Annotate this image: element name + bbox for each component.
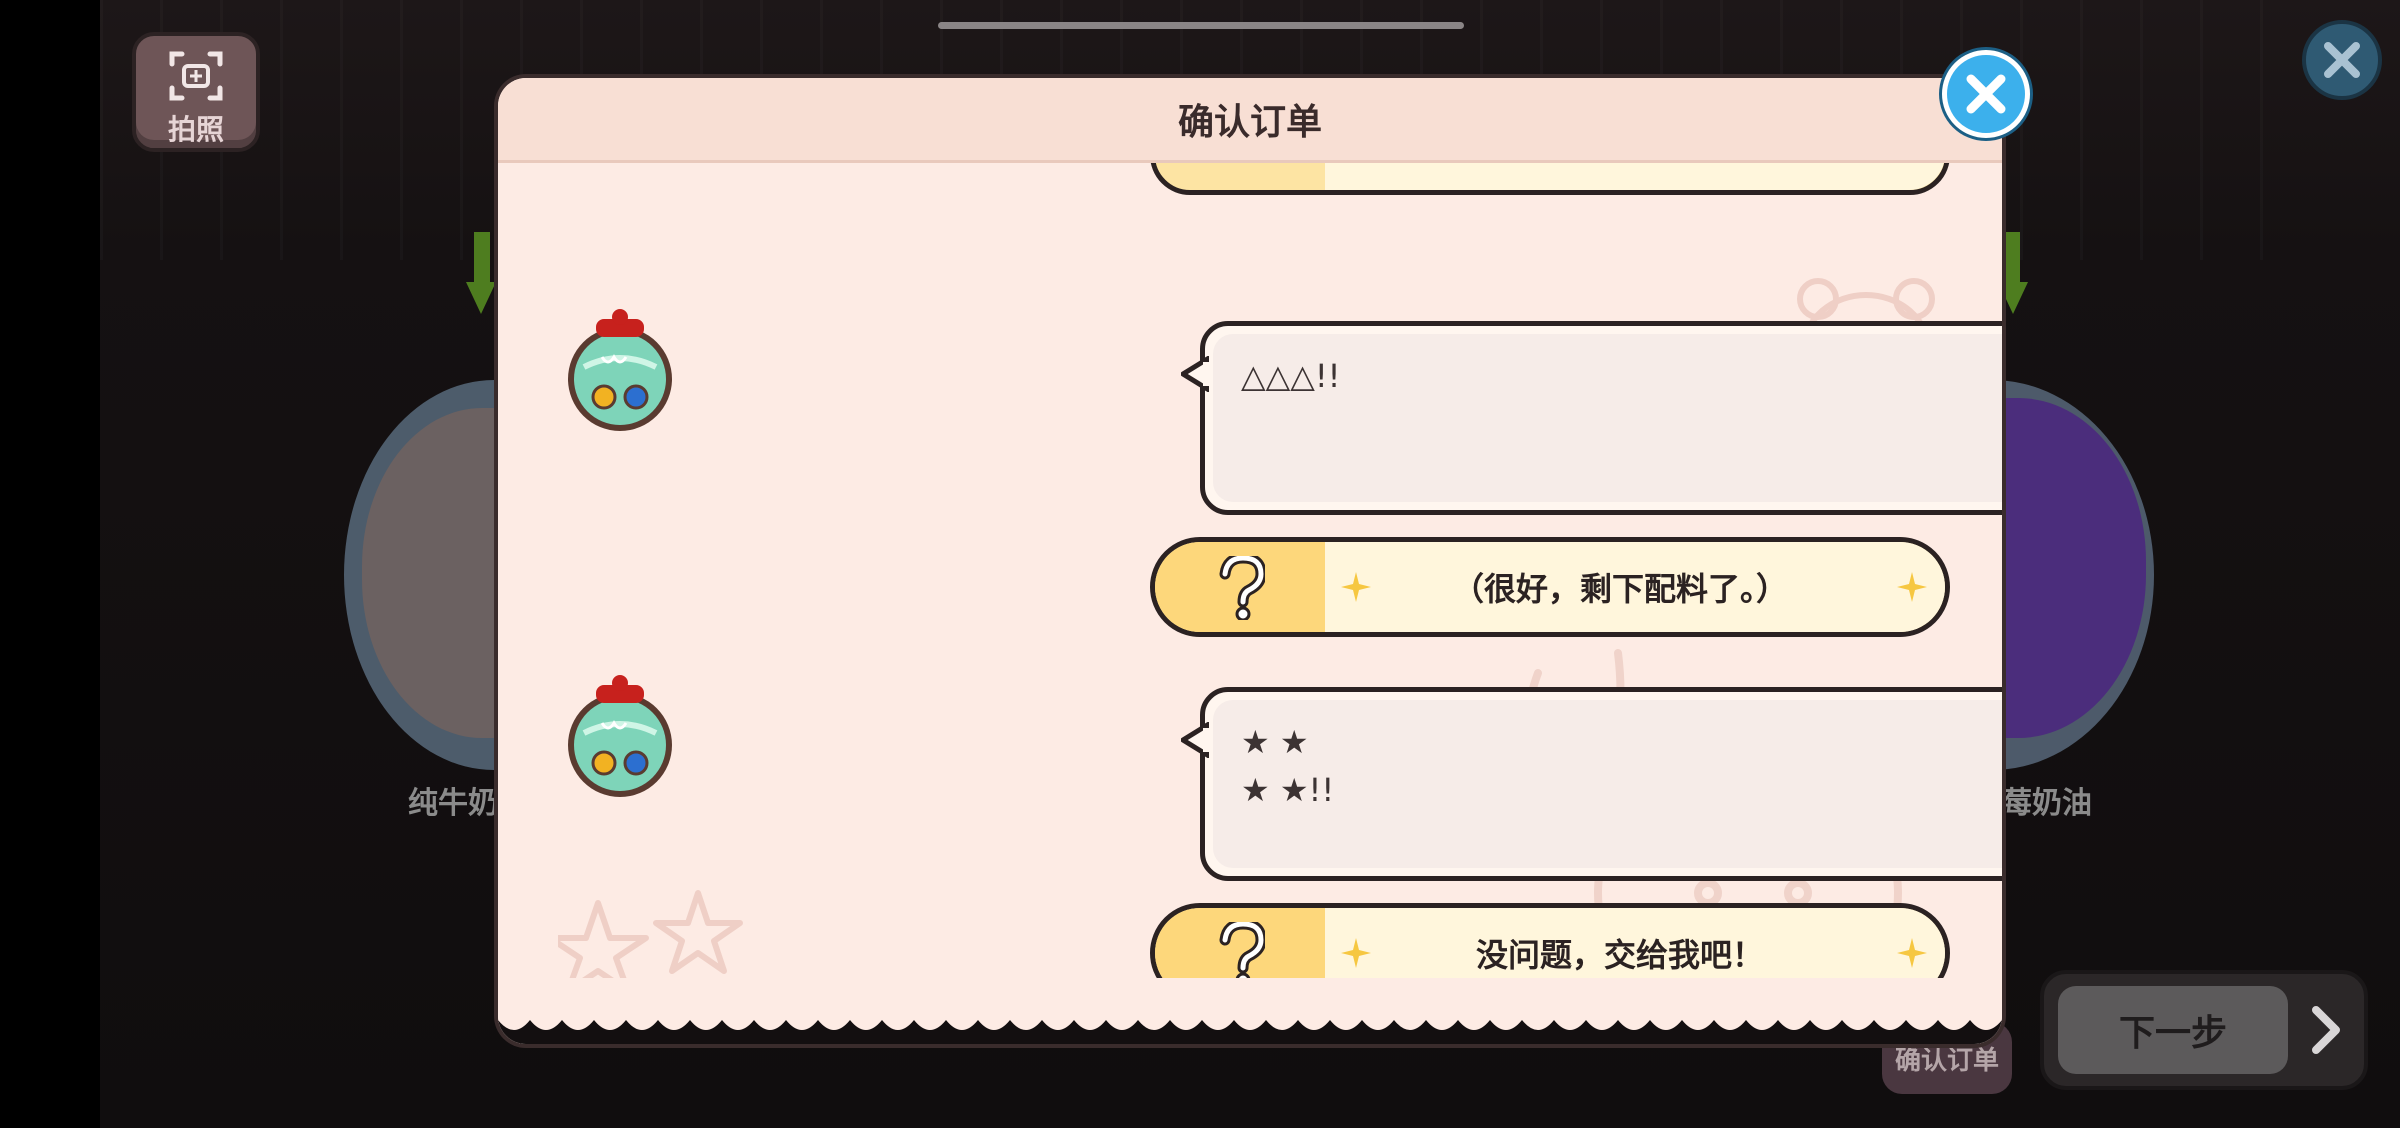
customer-speech-bubble: ★ ★ ★ ★!! (1181, 687, 2002, 881)
bubble-tail (1181, 722, 1209, 758)
customer-message-1: △△△!! (1241, 357, 1341, 395)
close-icon (1966, 74, 2006, 114)
photo-button-label: 拍照 (167, 113, 224, 146)
next-step-button[interactable]: 下一步 (2040, 970, 2368, 1090)
question-mark-icon (1219, 556, 1265, 620)
right-ingredient-label: 莓奶油 (2002, 786, 2092, 821)
close-icon (2324, 42, 2360, 78)
dialog-close-button[interactable] (1942, 50, 2030, 138)
reply-choice-1-label: （很好，剩下配料了。） (1451, 570, 1788, 608)
left-ingredient-label: 纯牛奶 (408, 786, 498, 821)
dialog-scalloped-edge (498, 978, 2002, 1044)
chevron-right-icon (2312, 1006, 2340, 1054)
customer-jar-avatar (568, 309, 672, 431)
next-step-label: 下一步 (2058, 986, 2288, 1074)
dialog-title: 确认订单 (498, 78, 2002, 163)
reply-choice-1[interactable]: （很好，剩下配料了。） (1150, 537, 1950, 637)
left-black-bar (0, 0, 100, 1128)
scene-close-button[interactable] (2302, 20, 2382, 100)
dialog-content: △△△!! （很好，剩下配料了。） ★ ★ ★ ★!! 没问题，交给我吧！ (498, 113, 2002, 1044)
left-down-arrow-icon (466, 232, 496, 314)
right-down-arrow-icon (1998, 232, 2028, 314)
confirm-order-dialog: △△△!! （很好，剩下配料了。） ★ ★ ★ ★!! 没问题，交给我吧！ 确认… (498, 78, 2002, 1044)
question-mark-icon (1219, 922, 1265, 986)
customer-message-2: ★ ★ ★ ★!! (1241, 723, 1335, 809)
camera-frame-icon (169, 51, 223, 101)
bubble-tail (1181, 356, 1209, 392)
customer-jar-avatar (568, 675, 672, 797)
top-handle-bar (938, 22, 1464, 29)
customer-speech-bubble: △△△!! (1181, 321, 2002, 515)
photo-button[interactable]: 拍照 (132, 32, 260, 152)
stars-watermark-icon (558, 890, 743, 993)
